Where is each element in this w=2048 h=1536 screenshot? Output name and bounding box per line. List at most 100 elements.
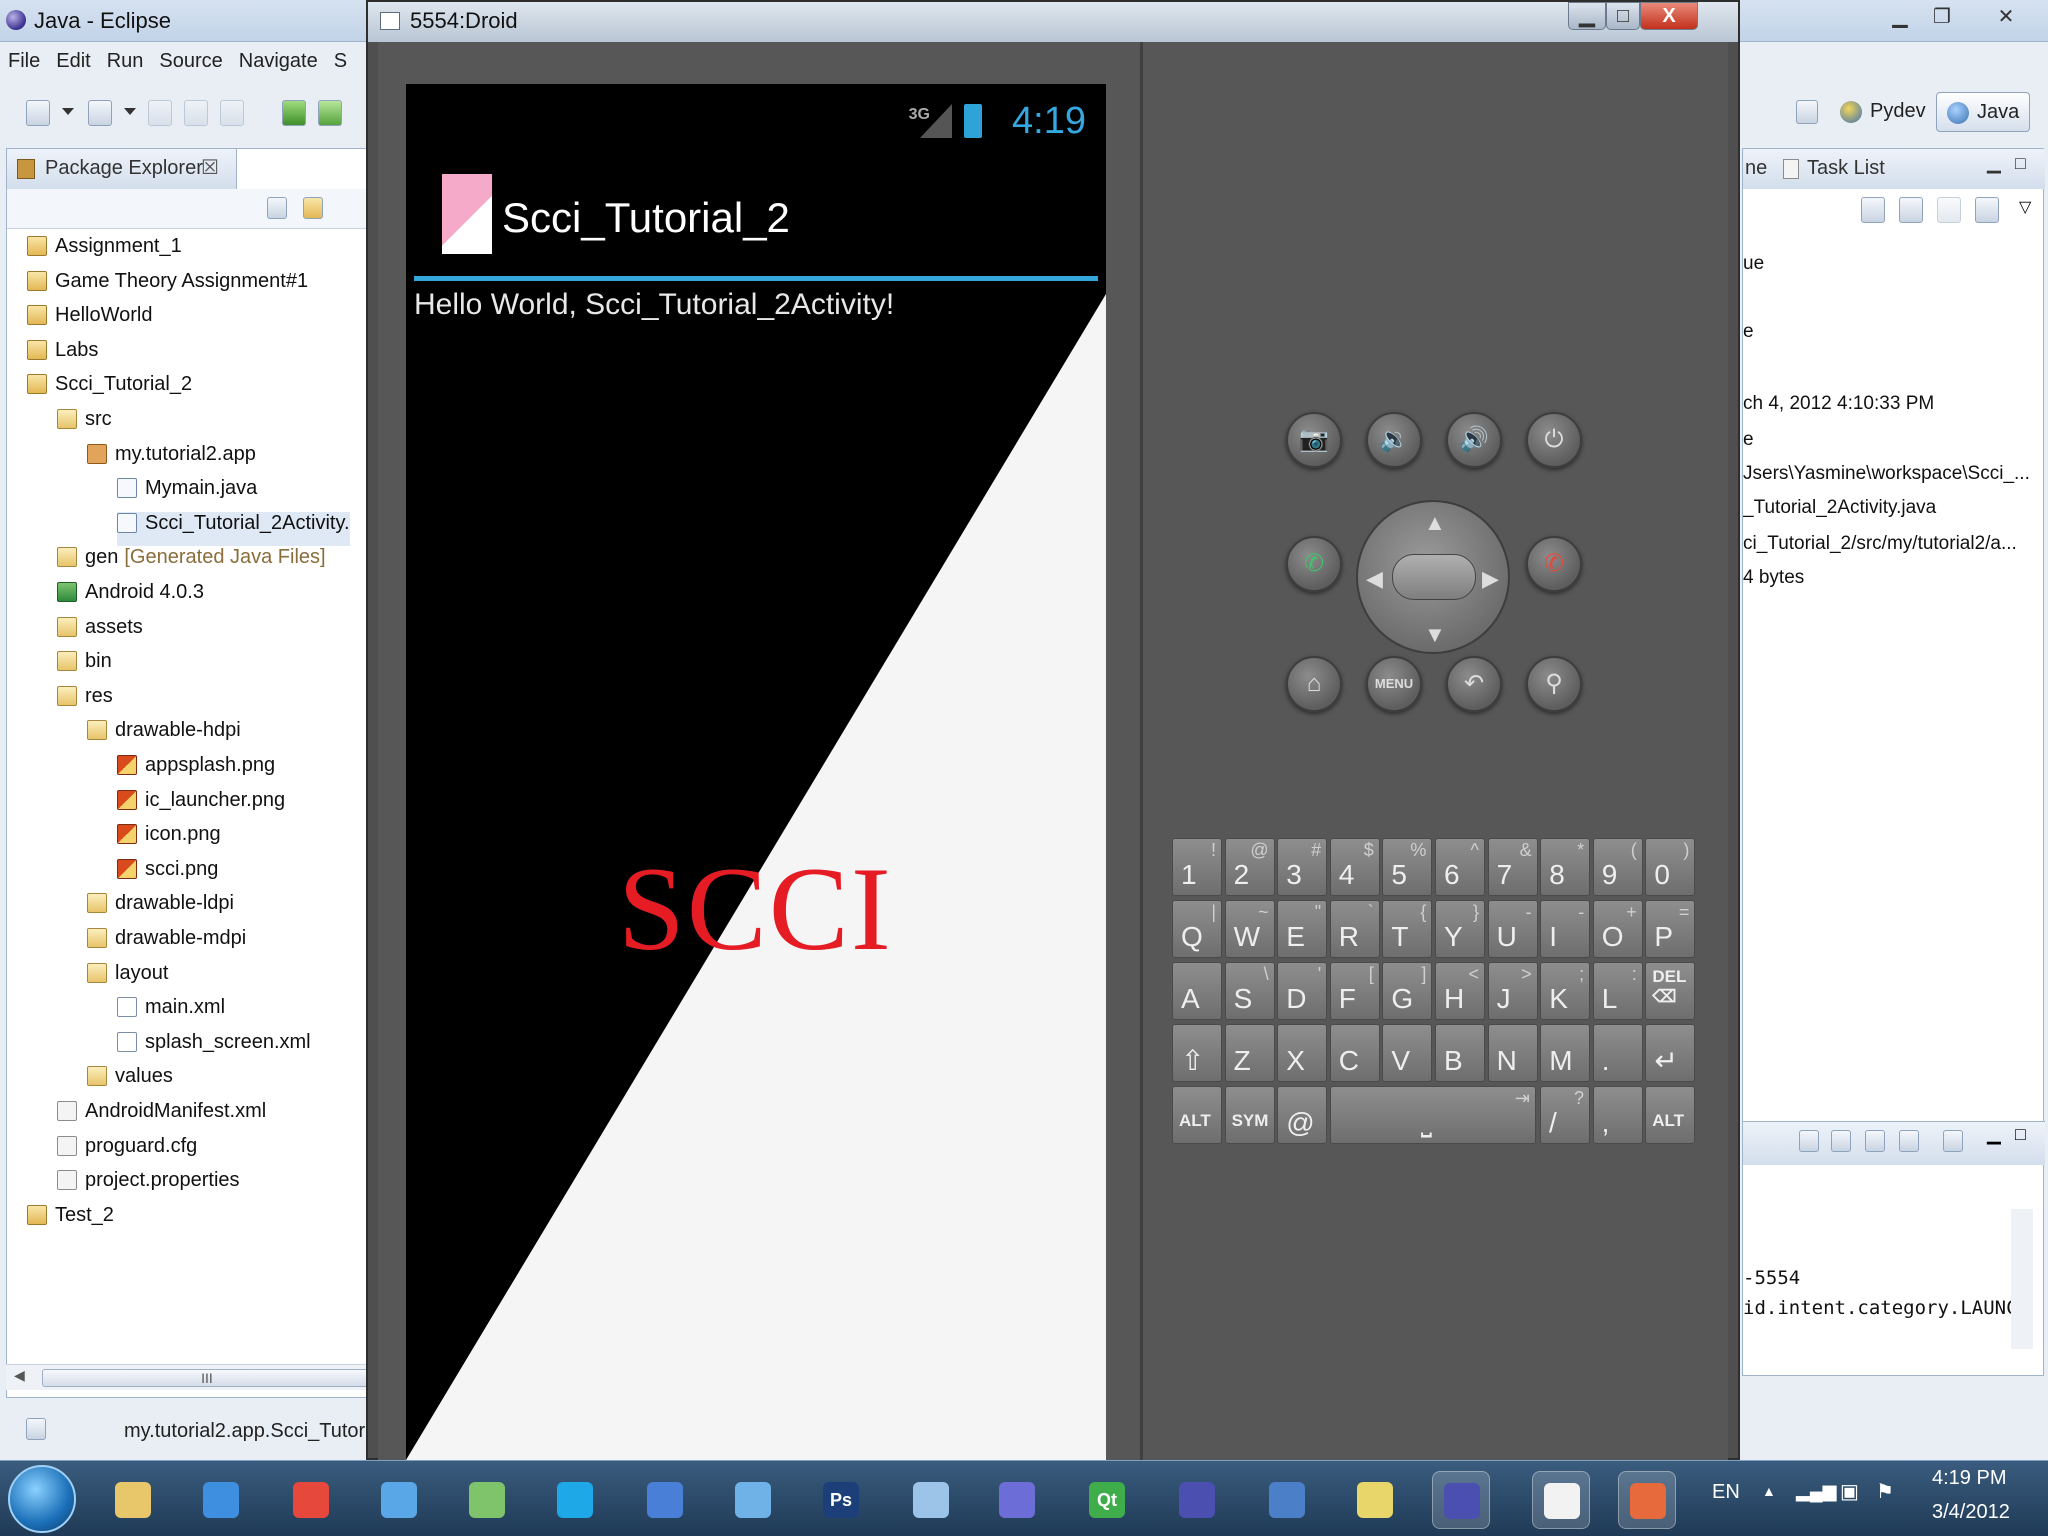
- key[interactable]: 9(: [1592, 838, 1643, 896]
- console-scroll-lock-icon[interactable]: [1831, 1130, 1851, 1152]
- key[interactable]: O +: [1592, 900, 1643, 958]
- eclipse-minimize-button[interactable]: ▁: [1880, 2, 1920, 32]
- key[interactable]: 0): [1645, 838, 1696, 896]
- camera-button[interactable]: 📷: [1286, 412, 1342, 468]
- dpad-right-icon[interactable]: ▶: [1482, 566, 1499, 592]
- people-icon[interactable]: [458, 1471, 516, 1529]
- tree-item[interactable]: drawable-mdpi: [87, 927, 246, 961]
- eclipse-maximize-button[interactable]: ❐: [1922, 2, 1962, 32]
- windows-explorer-icon[interactable]: [104, 1471, 162, 1529]
- key[interactable]: U-: [1487, 900, 1538, 958]
- perspective-java[interactable]: Java: [1936, 92, 2031, 132]
- dpad-center-button[interactable]: [1392, 554, 1476, 600]
- key[interactable]: Y}: [1435, 900, 1485, 958]
- menu-navigate[interactable]: Navigate: [231, 44, 326, 73]
- minimize-view-icon[interactable]: ▁: [1987, 153, 2001, 174]
- end-call-button[interactable]: ✆: [1526, 536, 1582, 592]
- tree-item[interactable]: Mymain.java: [117, 477, 257, 511]
- android-avd-icon[interactable]: [318, 100, 342, 126]
- tree-item[interactable]: Android 4.0.3: [57, 581, 204, 615]
- scrollbar-thumb[interactable]: III: [42, 1369, 372, 1387]
- key[interactable]: P =: [1645, 900, 1696, 958]
- menu-search-partial[interactable]: S: [326, 44, 355, 73]
- link-editor-icon[interactable]: [303, 197, 323, 219]
- safari-icon[interactable]: [370, 1471, 428, 1529]
- tree-item[interactable]: Labs: [27, 339, 98, 373]
- tree-item[interactable]: drawable-ldpi: [87, 892, 234, 926]
- tree-item[interactable]: icon.png: [117, 823, 221, 857]
- key[interactable]: F[: [1329, 962, 1380, 1020]
- close-icon[interactable]: ☒: [201, 155, 219, 180]
- menu-edit[interactable]: Edit: [48, 44, 98, 73]
- filter-icon[interactable]: [1937, 197, 1961, 223]
- console-remove-icon[interactable]: [1799, 1130, 1819, 1152]
- menu-run[interactable]: Run: [99, 44, 152, 73]
- qt-icon[interactable]: Qt: [1078, 1471, 1136, 1529]
- tree-item[interactable]: src: [57, 408, 112, 442]
- key[interactable]: S \: [1224, 962, 1275, 1020]
- show-hidden-icons-icon[interactable]: ▲: [1762, 1483, 1776, 1499]
- dpad-left-icon[interactable]: ◀: [1366, 566, 1383, 592]
- sym-key[interactable]: SYM: [1224, 1086, 1275, 1144]
- tree-item[interactable]: bin: [57, 650, 112, 684]
- folder-app-icon[interactable]: [1346, 1471, 1404, 1529]
- tree-item[interactable]: main.xml: [117, 996, 225, 1030]
- skype-icon[interactable]: [546, 1471, 604, 1529]
- tree-item[interactable]: Test_2: [27, 1204, 114, 1238]
- sort-icon[interactable]: [1899, 197, 1923, 223]
- tab-task-list[interactable]: Task List: [1807, 157, 1885, 180]
- key[interactable]: E ": [1277, 900, 1328, 958]
- tree-item[interactable]: scci.png: [117, 858, 218, 892]
- notepad-icon[interactable]: [1532, 1471, 1590, 1529]
- tree-item[interactable]: AndroidManifest.xml: [57, 1100, 266, 1134]
- tree-item[interactable]: Scci_Tutorial_2: [27, 373, 192, 407]
- chat-icon[interactable]: [724, 1471, 782, 1529]
- photoshop-icon[interactable]: Ps: [812, 1471, 870, 1529]
- key[interactable]: G]: [1382, 962, 1433, 1020]
- emulator-minimize-button[interactable]: ▁: [1568, 2, 1606, 30]
- tree-item[interactable]: values: [87, 1065, 173, 1099]
- console-vertical-scrollbar[interactable]: [2011, 1209, 2033, 1349]
- dpad[interactable]: ▲ ▼ ◀ ▶: [1356, 500, 1510, 654]
- tree-item[interactable]: appsplash.png: [117, 754, 275, 788]
- menu-source[interactable]: Source: [151, 44, 230, 73]
- tab-outline-partial[interactable]: ne: [1745, 157, 1767, 180]
- console-maximize-icon[interactable]: □: [2015, 1124, 2026, 1145]
- new-project-dropdown-icon[interactable]: [124, 108, 136, 115]
- key[interactable]: R `: [1329, 900, 1380, 958]
- volume-up-button[interactable]: 🔊: [1446, 412, 1502, 468]
- perspective-pydev[interactable]: Pydev: [1830, 92, 1936, 132]
- eclipse-close-button[interactable]: ✕: [1986, 2, 2026, 32]
- tree-item[interactable]: HelloWorld: [27, 304, 152, 338]
- key[interactable]: 2 @: [1224, 838, 1275, 896]
- key[interactable]: V: [1382, 1024, 1433, 1082]
- building-icon[interactable]: [1258, 1471, 1316, 1529]
- android-sdk-icon[interactable]: [282, 100, 306, 126]
- key[interactable]: 1!: [1172, 838, 1222, 896]
- key[interactable]: 4 $: [1329, 838, 1380, 896]
- key[interactable]: H <: [1435, 962, 1485, 1020]
- key[interactable]: K;: [1540, 962, 1591, 1020]
- home-button[interactable]: ⌂: [1286, 656, 1342, 712]
- key[interactable]: N: [1487, 1024, 1538, 1082]
- device-icon[interactable]: ▣: [1840, 1479, 1859, 1504]
- itunes-icon[interactable]: [636, 1471, 694, 1529]
- tree-item[interactable]: Scci_Tutorial_2Activity.: [117, 511, 350, 546]
- save-icon[interactable]: [148, 100, 172, 126]
- key[interactable]: W ~: [1224, 900, 1275, 958]
- key[interactable]: 6 ^: [1435, 838, 1485, 896]
- menu-file[interactable]: File: [0, 44, 48, 73]
- tree-item[interactable]: proguard.cfg: [57, 1135, 197, 1169]
- infinity-icon[interactable]: [988, 1471, 1046, 1529]
- export-icon[interactable]: [1975, 197, 1999, 223]
- emulator-close-button[interactable]: X: [1640, 2, 1698, 30]
- tree-item[interactable]: project.properties: [57, 1169, 240, 1203]
- taskbar-time[interactable]: 4:19 PM: [1932, 1467, 2006, 1490]
- key[interactable]: ↵: [1645, 1024, 1696, 1082]
- collapse-all-icon[interactable]: [267, 197, 287, 219]
- tree-view-icon[interactable]: [1861, 197, 1885, 223]
- key[interactable]: I-: [1540, 900, 1591, 958]
- internet-explorer-icon[interactable]: [192, 1471, 250, 1529]
- key[interactable]: A: [1172, 962, 1222, 1020]
- menu-button[interactable]: MENU: [1366, 656, 1422, 712]
